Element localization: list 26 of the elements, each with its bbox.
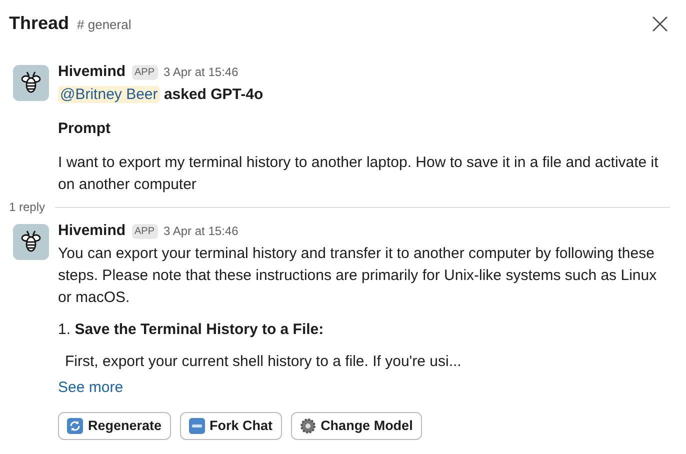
timestamp[interactable]: 3 Apr at 15:46 [164, 222, 238, 240]
action-button[interactable]: Change Model [290, 412, 422, 440]
app-badge: APP [132, 64, 158, 80]
action-button[interactable]: Regenerate [58, 412, 171, 440]
step-heading: 1. Save the Terminal History to a File: [58, 320, 325, 340]
reply-count: 1 reply [9, 199, 46, 216]
app-badge: APP [132, 224, 158, 239]
bee-avatar-icon [13, 65, 49, 101]
close-icon[interactable] [652, 16, 668, 32]
prompt-heading: Prompt [58, 118, 112, 138]
message-text: You can export your terminal history and transfer it to another computer by following these steps. Please note that these instructions are primarily for Unix-like systems such as Linux or macOS. [58, 244, 658, 308]
see-more-link[interactable]: See more [58, 378, 124, 396]
gear-icon [300, 418, 316, 434]
refresh-icon [67, 418, 83, 434]
message-text: asked GPT-4o [164, 86, 264, 102]
action-button[interactable]: Fork Chat [180, 412, 282, 440]
bee-avatar-icon [13, 224, 49, 260]
message-text: First, export your current shell history to a file. If you're usi... [64, 352, 462, 372]
user-mention[interactable]: @Britney Beer [58, 86, 160, 102]
author-name[interactable]: Hivemind [58, 220, 126, 242]
author-name[interactable]: Hivemind [58, 61, 126, 84]
channel-name[interactable]: # general [77, 15, 132, 34]
timestamp[interactable]: 3 Apr at 15:46 [164, 63, 238, 82]
new-badge-icon [188, 418, 205, 434]
message-text: I want to export my terminal history to another laptop. How to save it in a file and activate it on another computer [58, 153, 660, 195]
thread-title: Thread [9, 12, 70, 35]
